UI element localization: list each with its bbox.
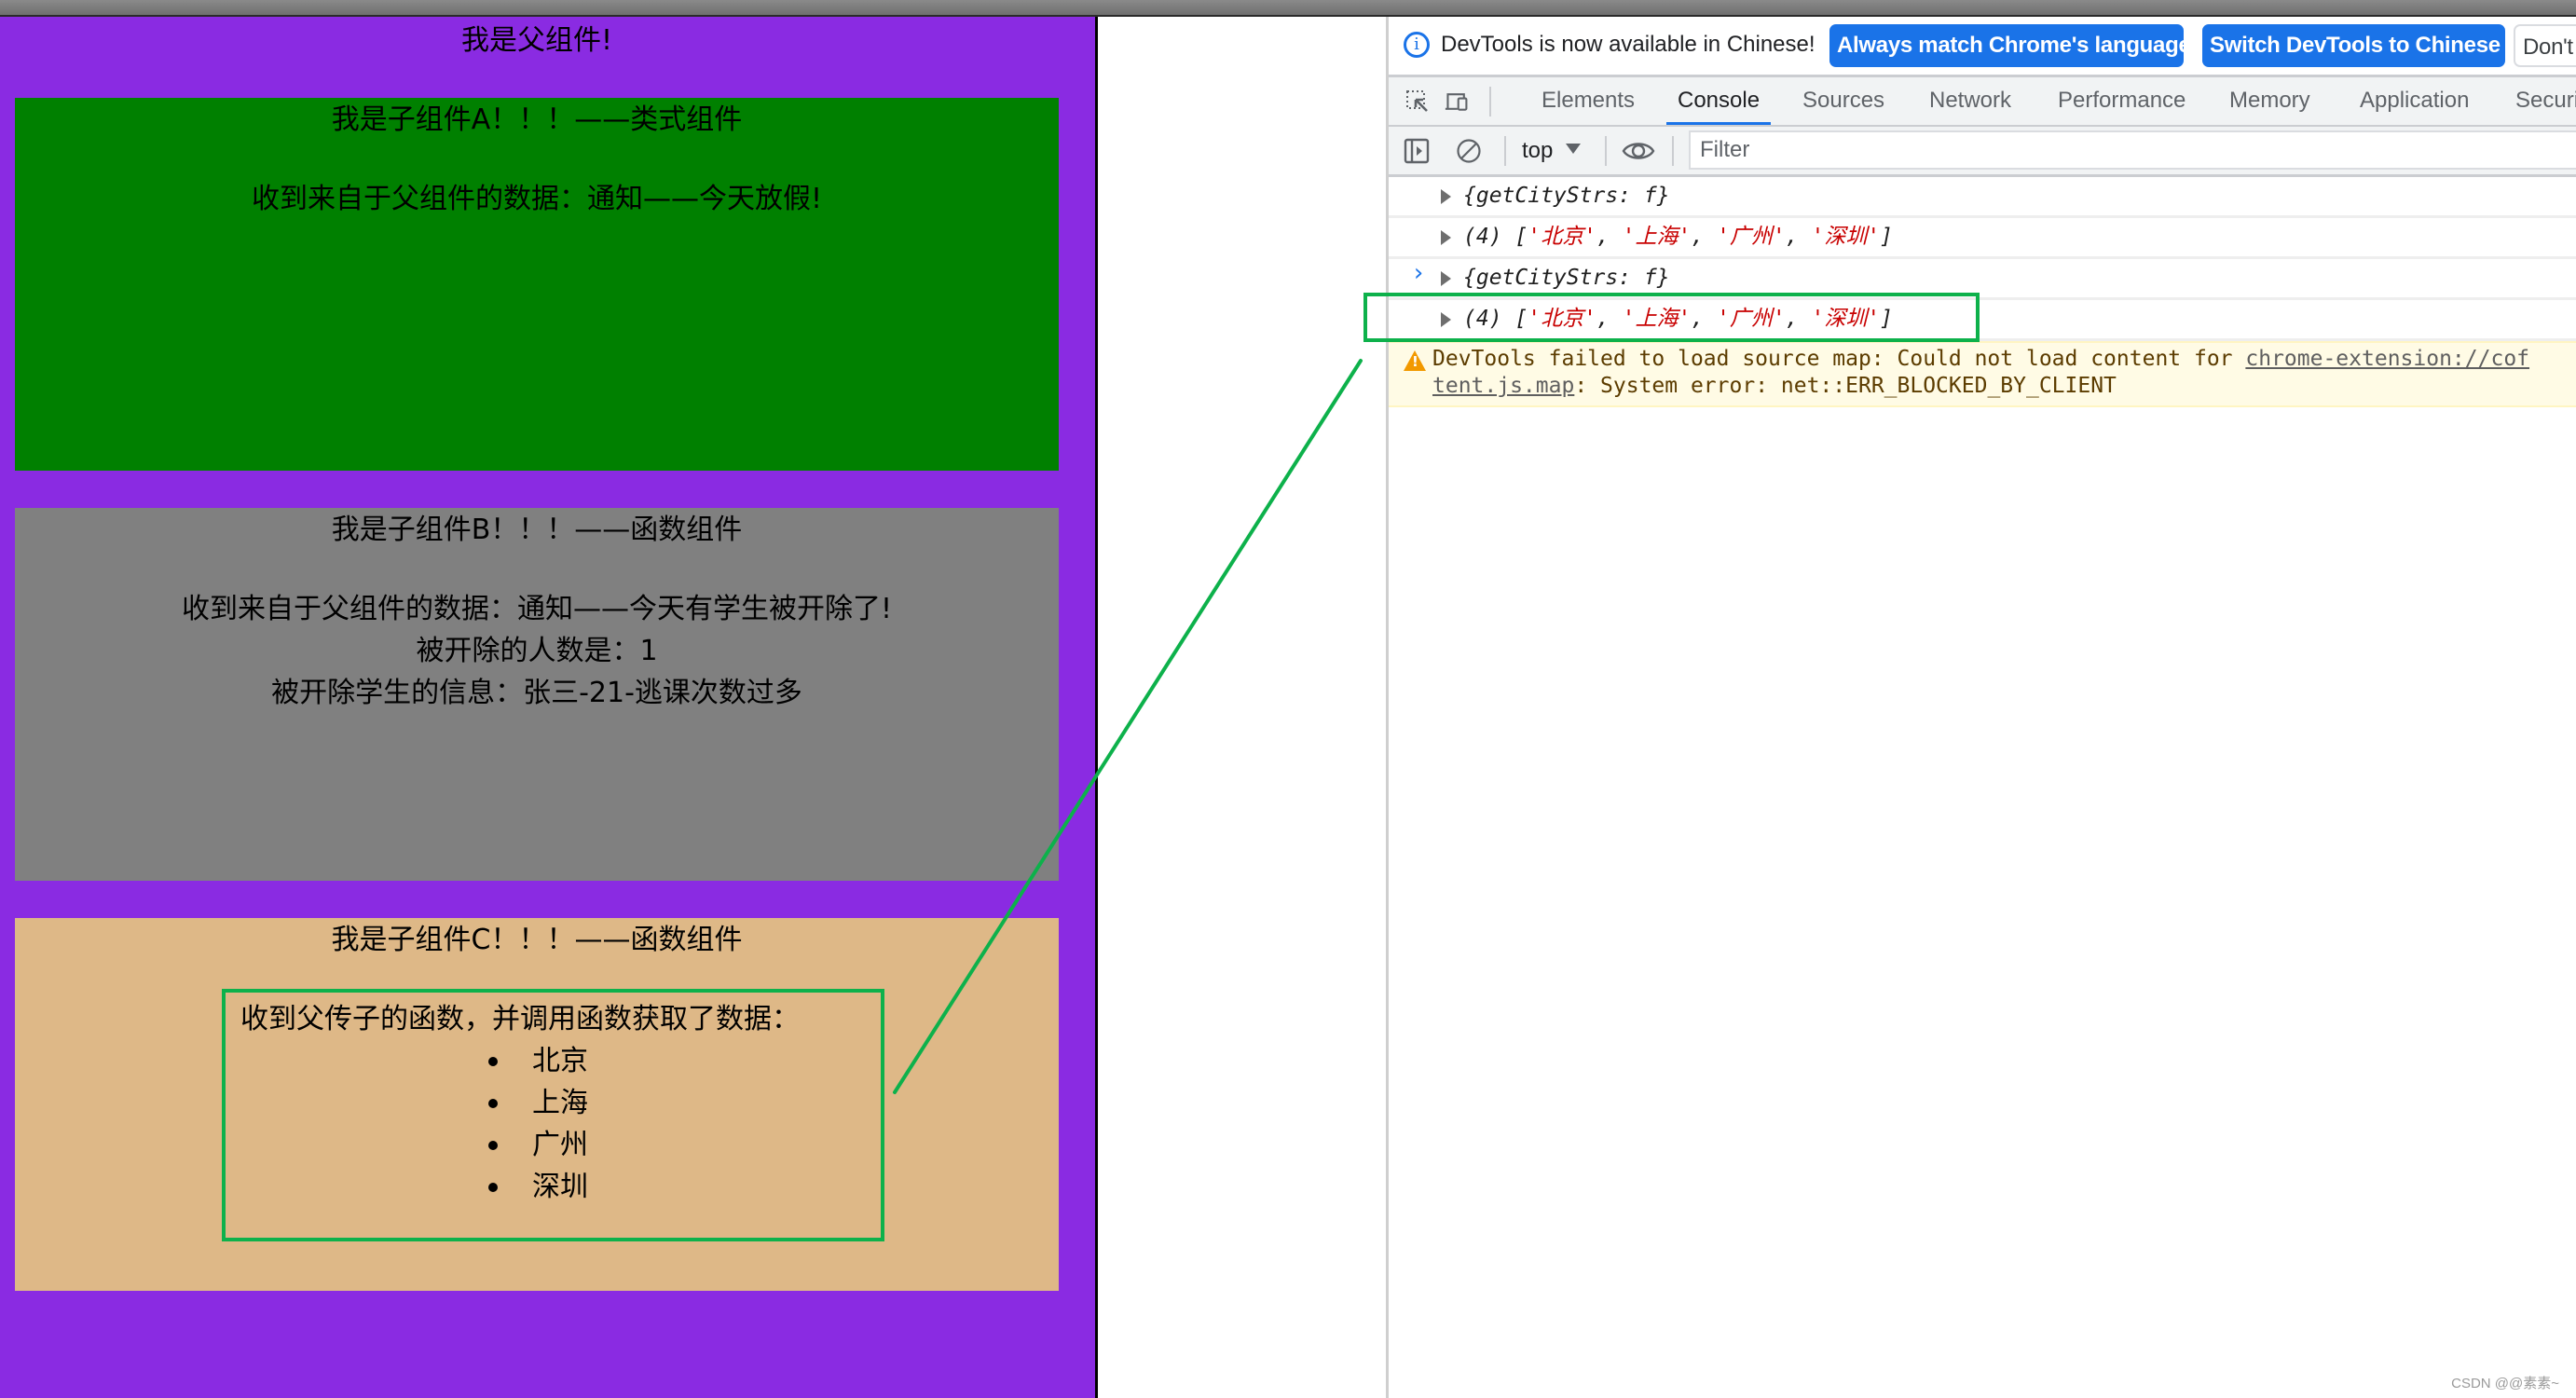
console-prompt-icon[interactable]: ›	[1411, 259, 1426, 287]
child-component-a: 我是子组件A！！！——类式组件 收到来自于父组件的数据：通知——今天放假!	[15, 98, 1059, 471]
array-item: '广州'	[1717, 225, 1786, 249]
infobar-message: DevTools is now available in Chinese!	[1441, 32, 1816, 57]
array-suffix: ]	[1880, 225, 1894, 249]
city-name: 广州	[532, 1129, 588, 1161]
console-row[interactable]: (4) ['北京', '上海', '广州', '深圳']	[1389, 300, 2576, 341]
list-item: 广州	[226, 1124, 881, 1166]
toolbar-divider	[1504, 136, 1506, 166]
array-item: '北京'	[1528, 307, 1596, 331]
array-item: '深圳'	[1811, 307, 1881, 331]
object-prefix: {getCityStrs:	[1463, 266, 1644, 290]
child-component-b: 我是子组件B！！！——函数组件 收到来自于父组件的数据：通知——今天有学生被开除…	[15, 508, 1059, 881]
tab-sources[interactable]: Sources	[1801, 77, 1886, 125]
tab-console[interactable]: Console	[1665, 77, 1772, 125]
list-item: 深圳	[226, 1166, 881, 1208]
bullet-icon	[488, 1099, 498, 1108]
expand-triangle-icon[interactable]	[1441, 312, 1451, 327]
array-count: (4) [	[1463, 225, 1528, 249]
console-filter-input[interactable]: Filter	[1689, 130, 2576, 170]
live-expression-eye-icon[interactable]	[1622, 138, 1655, 164]
warning-icon: !	[1404, 350, 1426, 371]
tab-memory[interactable]: Memory	[2227, 77, 2312, 125]
list-item: 上海	[226, 1082, 881, 1124]
annotation-highlight-box: 收到父传子的函数，并调用函数获取了数据： 北京 上海 广州 深圳	[222, 989, 884, 1241]
devtools-panel: i DevTools is now available in Chinese! …	[1386, 17, 2576, 1398]
array-count: (4) [	[1463, 307, 1528, 331]
switch-to-chinese-button[interactable]: Switch DevTools to Chinese	[2202, 24, 2505, 67]
expand-triangle-icon[interactable]	[1441, 189, 1451, 204]
array-item: '上海'	[1622, 307, 1692, 331]
parent-component-title: 我是父组件!	[460, 24, 613, 57]
city-name: 上海	[532, 1087, 588, 1119]
array-item: '广州'	[1717, 307, 1786, 331]
console-output: {getCityStrs: f} (4) ['北京', '上海', '广州', …	[1389, 177, 2576, 407]
bullet-icon	[488, 1183, 498, 1192]
array-item: '上海'	[1622, 225, 1692, 249]
list-item: 北京	[226, 1040, 881, 1082]
child-component-c: 我是子组件C！！！——函数组件 收到父传子的函数，并调用函数获取了数据： 北京 …	[15, 918, 1059, 1291]
child-b-message: 收到来自于父组件的数据：通知——今天有学生被开除了!	[181, 593, 893, 625]
warning-text: DevTools failed to load source map: Coul…	[1432, 347, 2246, 371]
always-match-language-button[interactable]: Always match Chrome's language	[1829, 24, 2191, 67]
child-b-heading: 我是子组件B！！！——函数组件	[331, 514, 743, 546]
tab-application[interactable]: Application	[2358, 77, 2471, 125]
child-c-heading: 我是子组件C！！！——函数组件	[331, 924, 743, 956]
object-suffix: }	[1656, 266, 1670, 290]
console-row[interactable]: {getCityStrs: f}	[1389, 177, 2576, 218]
tab-security[interactable]: Securi	[2514, 77, 2576, 125]
inspect-element-icon[interactable]	[1405, 89, 1430, 114]
array-item: '北京'	[1528, 225, 1596, 249]
toolbar-divider	[1489, 87, 1491, 116]
context-value: top	[1522, 138, 1554, 163]
console-toolbar: top Filter	[1389, 127, 2576, 177]
expand-triangle-icon[interactable]	[1441, 230, 1451, 245]
object-value: f	[1643, 266, 1657, 290]
child-c-intro: 收到父传子的函数，并调用函数获取了数据：	[240, 1003, 800, 1035]
child-a-message: 收到来自于父组件的数据：通知——今天放假!	[251, 183, 823, 215]
bullet-icon	[488, 1057, 498, 1066]
toolbar-divider	[1605, 136, 1607, 166]
warning-source-link[interactable]: chrome-extension://cof	[2245, 347, 2529, 371]
child-b-student-info: 被开除学生的信息：张三-21-逃课次数过多	[271, 677, 802, 709]
watermark: CSDN @@素素~	[2451, 1376, 2559, 1391]
city-name: 北京	[532, 1045, 588, 1077]
child-a-heading: 我是子组件A！！！——类式组件	[331, 103, 743, 136]
toolbar-divider	[1672, 136, 1674, 166]
info-icon: i	[1404, 32, 1430, 58]
object-value: f	[1643, 184, 1657, 208]
tab-network[interactable]: Network	[1927, 77, 2013, 125]
tab-elements[interactable]: Elements	[1540, 77, 1637, 125]
console-row[interactable]: (4) ['北京', '上海', '广州', '深圳']	[1389, 218, 2576, 259]
expand-triangle-icon[interactable]	[1441, 271, 1451, 286]
array-item: '深圳'	[1811, 225, 1881, 249]
city-name: 深圳	[532, 1171, 588, 1203]
city-list: 北京 上海 广州 深圳	[226, 1040, 881, 1208]
browser-top-strip	[0, 0, 2576, 17]
object-suffix: }	[1656, 184, 1670, 208]
page-viewport: 我是父组件! 我是子组件A！！！——类式组件 收到来自于父组件的数据：通知——今…	[0, 17, 1098, 1398]
clear-console-icon[interactable]	[1456, 138, 1482, 164]
device-toolbar-icon[interactable]	[1445, 89, 1469, 114]
console-row[interactable]: {getCityStrs: f}	[1389, 259, 2576, 300]
array-suffix: ]	[1880, 307, 1894, 331]
dont-show-again-button[interactable]: Don't	[2514, 24, 2576, 67]
child-b-expelled-count: 被开除的人数是：1	[416, 635, 658, 667]
warning-text: : System error: net::ERR_BLOCKED_BY_CLIE…	[1574, 374, 2117, 398]
language-infobar: i DevTools is now available in Chinese! …	[1389, 17, 2576, 77]
warning-source-link[interactable]: tent.js.map	[1432, 374, 1574, 398]
console-warning: ! DevTools failed to load source map: Co…	[1389, 341, 2576, 407]
sidebar-toggle-icon[interactable]	[1404, 138, 1430, 164]
tab-performance[interactable]: Performance	[2056, 77, 2187, 125]
devtools-tab-bar: Elements Console Sources Network Perform…	[1389, 77, 2576, 127]
context-selector[interactable]: top	[1522, 134, 1582, 168]
dropdown-caret-icon	[1566, 144, 1582, 154]
bullet-icon	[488, 1141, 498, 1150]
object-prefix: {getCityStrs:	[1463, 184, 1644, 208]
